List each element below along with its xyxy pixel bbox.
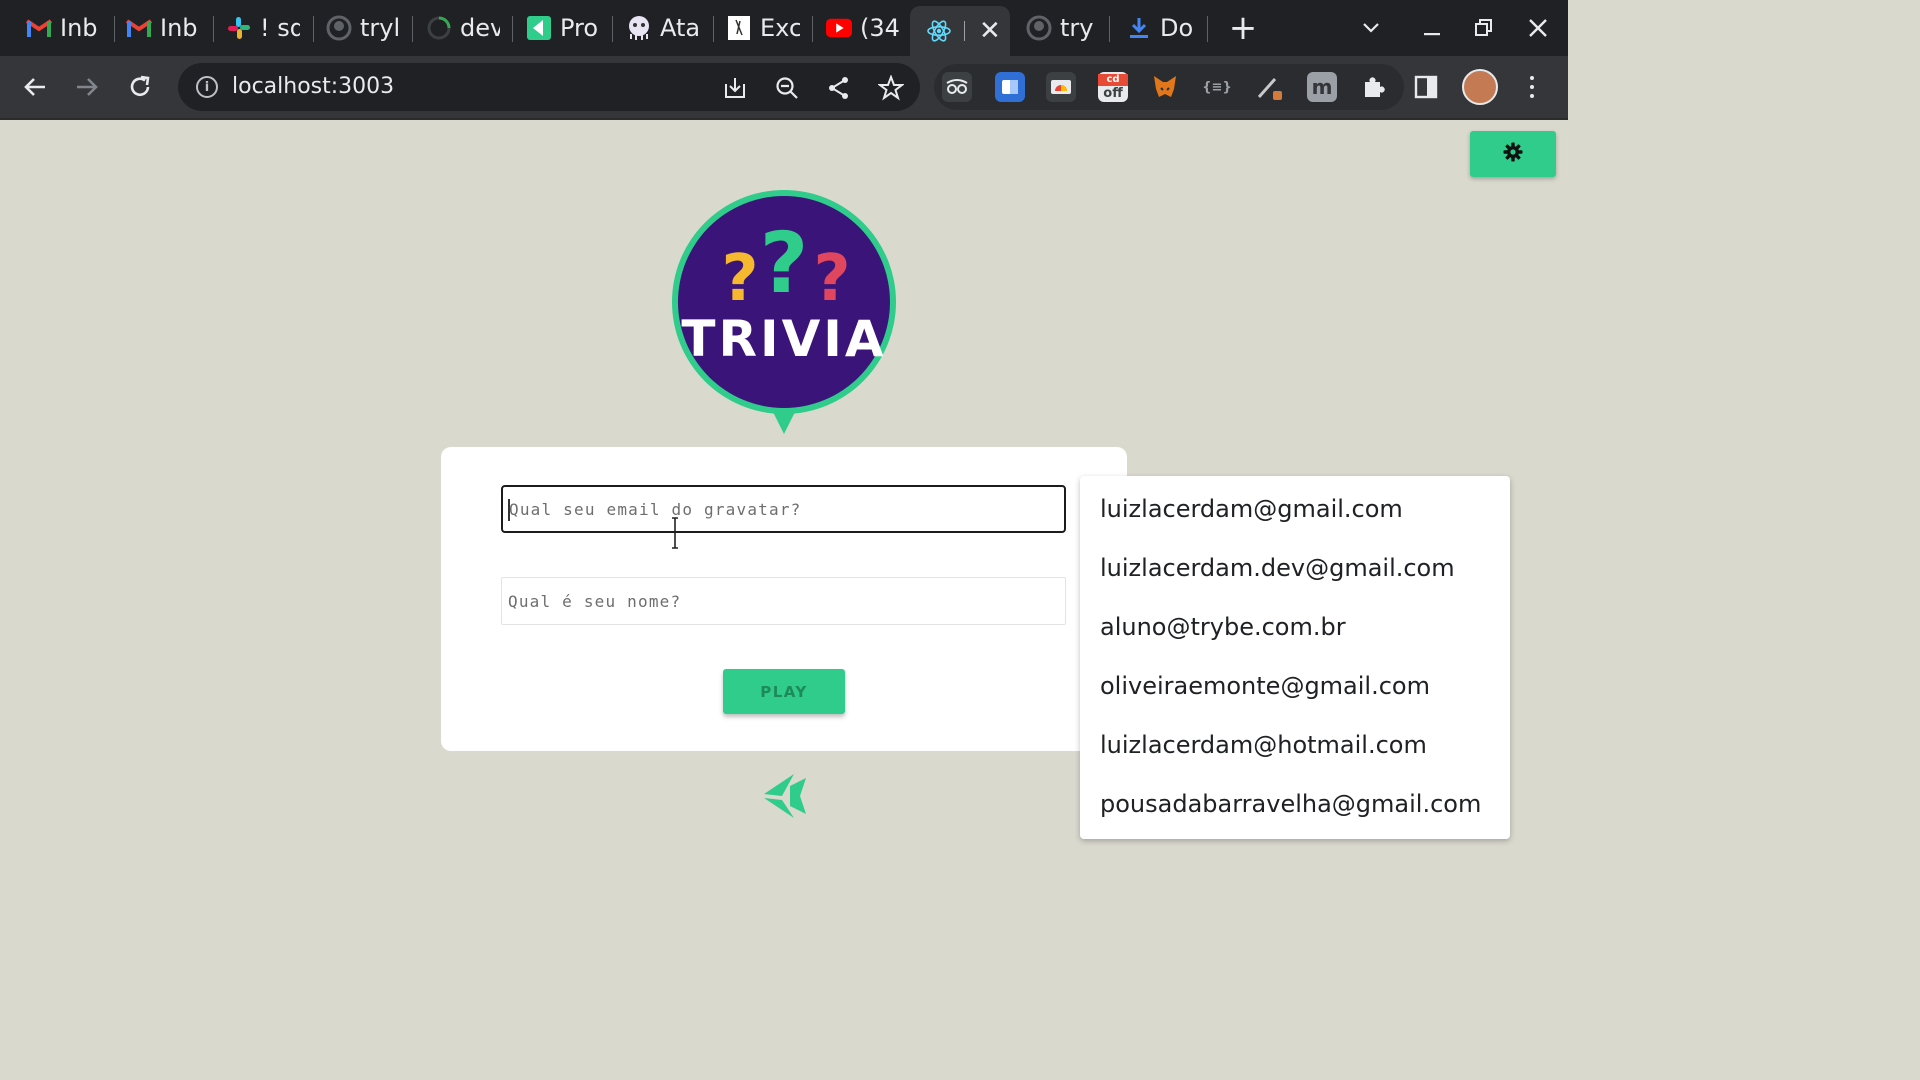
autocomplete-item[interactable]: aluno@trybe.com.br <box>1100 613 1346 653</box>
text-cursor-icon <box>671 517 679 549</box>
autocomplete-item[interactable]: luizlacerdam@gmail.com <box>1100 495 1403 535</box>
url-text[interactable]: localhost:3003 <box>232 74 394 99</box>
color-picker-extension-icon[interactable] <box>1254 72 1284 102</box>
close-tab-icon[interactable]: ✕ <box>979 16 1001 46</box>
back-arrow-icon[interactable] <box>18 70 52 104</box>
profile-avatar[interactable] <box>1462 69 1498 105</box>
youtube-icon <box>826 15 852 41</box>
install-app-icon[interactable] <box>722 75 748 101</box>
trybe-icon <box>526 15 552 41</box>
trivia-logo: ? ? ? TRIVIA <box>672 188 896 436</box>
logo-title: TRIVIA <box>681 310 886 368</box>
excalidraw-icon <box>726 15 752 41</box>
autocomplete-item[interactable]: pousadabarravelha@gmail.com <box>1100 790 1481 830</box>
browser-menu-icon[interactable] <box>1520 73 1544 101</box>
octopus-icon <box>626 15 652 41</box>
svg-text:?: ? <box>760 214 809 312</box>
tab-title: Do <box>1160 14 1194 42</box>
tab-react-active[interactable]: ✕ <box>910 6 1010 56</box>
email-field[interactable] <box>501 485 1066 533</box>
slack-icon <box>226 15 252 41</box>
tab-search-icon[interactable] <box>1355 12 1387 44</box>
tab-gmail-2[interactable]: Inb <box>110 6 210 50</box>
svg-text:?: ? <box>813 242 850 316</box>
tab-title: Inb <box>60 14 98 42</box>
svg-text:?: ? <box>721 242 758 316</box>
github-icon <box>326 15 352 41</box>
tab-title: Pro <box>560 14 599 42</box>
chrome-remote-extension-icon[interactable] <box>1046 72 1076 102</box>
tab-title: tryl <box>360 14 400 42</box>
gear-icon <box>1503 142 1523 166</box>
login-card: PLAY <box>441 447 1127 751</box>
tab-ata[interactable]: Ata <box>610 6 710 50</box>
json-viewer-extension-icon[interactable]: {≡} <box>1202 72 1232 102</box>
tab-download[interactable]: Do <box>1110 6 1210 50</box>
tab-youtube[interactable]: (34 <box>810 6 910 50</box>
restore-icon[interactable] <box>1468 12 1500 44</box>
tab-gmail-1[interactable]: Inb <box>10 6 110 50</box>
play-button[interactable]: PLAY <box>723 669 845 714</box>
tab-github-1[interactable]: tryl <box>310 6 410 50</box>
translate-extension-icon[interactable] <box>995 72 1025 102</box>
tab-title: dev <box>460 14 500 42</box>
tab-title: try <box>1060 14 1094 42</box>
share-icon[interactable] <box>826 75 852 101</box>
coupon-off-extension-icon[interactable]: cd off <box>1098 72 1128 102</box>
side-panel-icon[interactable] <box>1411 72 1441 102</box>
tab-divider <box>1207 16 1208 42</box>
tab-title-fade <box>964 21 965 41</box>
tab-slack[interactable]: ! sd <box>210 6 310 50</box>
tab-title: (34 <box>860 14 900 42</box>
autocomplete-item[interactable]: luizlacerdam.dev@gmail.com <box>1100 554 1455 594</box>
trybe-logo-icon <box>762 772 808 820</box>
gmail-icon <box>126 15 152 41</box>
tab-title: ! sd <box>260 14 300 42</box>
autocomplete-item[interactable]: oliveiraemonte@gmail.com <box>1100 672 1430 712</box>
tab-title: Ata <box>660 14 700 42</box>
address-bar[interactable]: i localhost:3003 <box>178 63 920 111</box>
loading-icon <box>426 15 452 41</box>
email-autocomplete-dropdown: luizlacerdam@gmail.com luizlacerdam.dev@… <box>1080 476 1510 839</box>
tab-strip: Inb Inb ! sd tryl dev Pro Ata Exc (34 ✕ … <box>0 0 1568 56</box>
close-window-icon[interactable] <box>1522 12 1554 44</box>
settings-button[interactable] <box>1470 131 1556 177</box>
reload-icon[interactable] <box>123 70 157 104</box>
tab-trybe[interactable]: Pro <box>510 6 610 50</box>
zoom-icon[interactable] <box>774 75 800 101</box>
new-tab-button[interactable]: + <box>1228 10 1258 46</box>
download-icon <box>1126 15 1152 41</box>
bookmark-star-icon[interactable] <box>878 75 904 101</box>
metamask-fox-icon[interactable] <box>1150 72 1180 102</box>
name-field[interactable] <box>501 577 1066 625</box>
tab-dev[interactable]: dev <box>410 6 510 50</box>
site-info-icon[interactable]: i <box>196 76 218 98</box>
text-caret <box>508 499 510 521</box>
tab-title: Exc <box>760 14 800 42</box>
tab-title: Inb <box>160 14 198 42</box>
autocomplete-item[interactable]: luizlacerdam@hotmail.com <box>1100 731 1427 771</box>
react-icon <box>926 18 952 44</box>
tab-github-2[interactable]: try <box>1010 6 1110 50</box>
tab-excalidraw[interactable]: Exc <box>710 6 810 50</box>
toolbar-divider <box>0 118 1568 120</box>
github-icon <box>1026 15 1052 41</box>
minimize-icon[interactable] <box>1416 12 1448 44</box>
m-extension-icon[interactable]: m <box>1307 72 1337 102</box>
browser-toolbar: i localhost:3003 cd off {≡} m <box>0 56 1568 118</box>
spy-glasses-extension-icon[interactable] <box>942 72 972 102</box>
forward-arrow-icon[interactable] <box>70 70 104 104</box>
gmail-icon <box>26 15 52 41</box>
extensions-puzzle-icon[interactable] <box>1359 72 1389 102</box>
